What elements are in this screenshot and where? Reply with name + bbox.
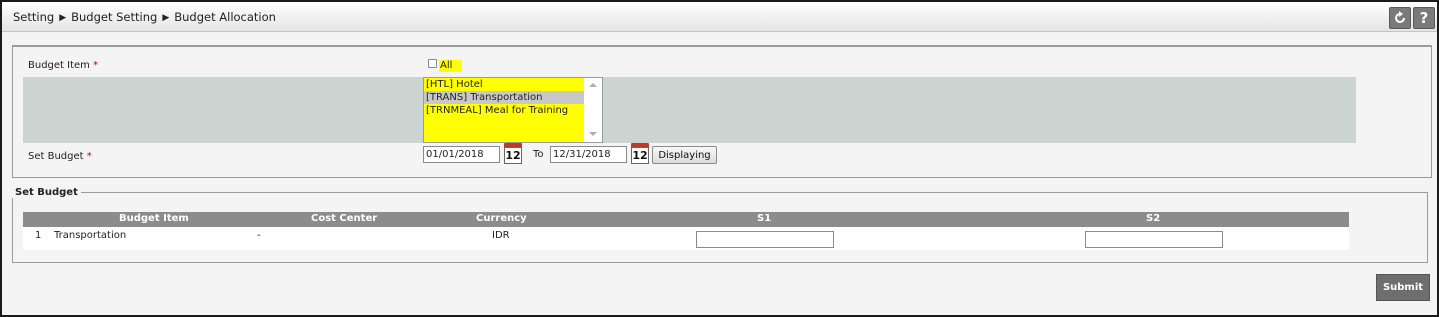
budget-item-label: Budget Item * (28, 60, 99, 71)
table-row: 1 Transportation - IDR (23, 227, 1349, 250)
row-currency: IDR (492, 230, 510, 241)
column-header-currency: Currency (476, 213, 527, 224)
set-budget-label: Set Budget * (28, 151, 92, 162)
scroll-down-icon[interactable] (589, 132, 597, 136)
calendar-from-icon[interactable]: 12 (504, 143, 522, 164)
s2-input[interactable] (1085, 231, 1223, 248)
app-window: Setting ▶ Budget Setting ▶ Budget Allocation… (0, 0, 1439, 317)
budget-item-listbox[interactable]: [HTL] Hotel [TRANS] Transportation [TRNM… (423, 77, 603, 143)
filter-panel: Budget Item * All [HTL] Hotel [TRANS] Tr… (12, 45, 1432, 178)
displaying-button[interactable]: Displaying (652, 146, 717, 164)
column-header-s2: S2 (1146, 213, 1161, 224)
row-number: 1 (35, 230, 42, 241)
scroll-up-icon[interactable] (589, 83, 597, 87)
column-header-budget-item: Budget Item (119, 213, 189, 224)
date-to-input[interactable] (550, 146, 627, 163)
listbox-option-transportation[interactable]: [TRANS] Transportation (424, 91, 585, 104)
budget-item-strip (23, 77, 1356, 143)
breadcrumb-budget-setting[interactable]: Budget Setting (71, 10, 157, 24)
all-label[interactable]: All (439, 60, 463, 72)
listbox-scrollbar[interactable] (584, 78, 602, 142)
submit-button[interactable]: Submit (1376, 274, 1430, 301)
refresh-button[interactable] (1389, 7, 1411, 29)
table-header: Budget Item Cost Center Currency S1 S2 (23, 212, 1349, 227)
listbox-option-meal-for-training[interactable]: [TRNMEAL] Meal for Training (424, 104, 585, 117)
help-button[interactable]: ? (1413, 7, 1435, 29)
s1-input[interactable] (696, 231, 834, 248)
refresh-icon (1395, 11, 1405, 23)
breadcrumb-setting[interactable]: Setting (13, 10, 54, 24)
date-from-input[interactable] (423, 146, 500, 163)
to-label: To (533, 149, 544, 160)
calendar-to-icon[interactable]: 12 (631, 143, 649, 164)
all-checkbox[interactable] (428, 59, 437, 68)
row-budget-item: Transportation (54, 230, 127, 241)
set-budget-legend: Set Budget (12, 187, 81, 198)
breadcrumb-bar: Setting ▶ Budget Setting ▶ Budget Allocation… (2, 2, 1437, 32)
listbox-option-hotel[interactable]: [HTL] Hotel (424, 78, 585, 91)
breadcrumb-separator-icon: ▶ (162, 13, 170, 23)
breadcrumb-separator-icon: ▶ (59, 13, 67, 23)
budget-table: Budget Item Cost Center Currency S1 S2 1… (23, 212, 1349, 250)
set-budget-panel: Budget Item Cost Center Currency S1 S2 1… (12, 192, 1428, 263)
column-header-s1: S1 (757, 213, 772, 224)
breadcrumb: Setting ▶ Budget Setting ▶ Budget Allocation (13, 10, 276, 24)
row-cost-center: - (257, 230, 261, 241)
breadcrumb-budget-allocation: Budget Allocation (174, 10, 276, 24)
column-header-cost-center: Cost Center (311, 213, 378, 224)
